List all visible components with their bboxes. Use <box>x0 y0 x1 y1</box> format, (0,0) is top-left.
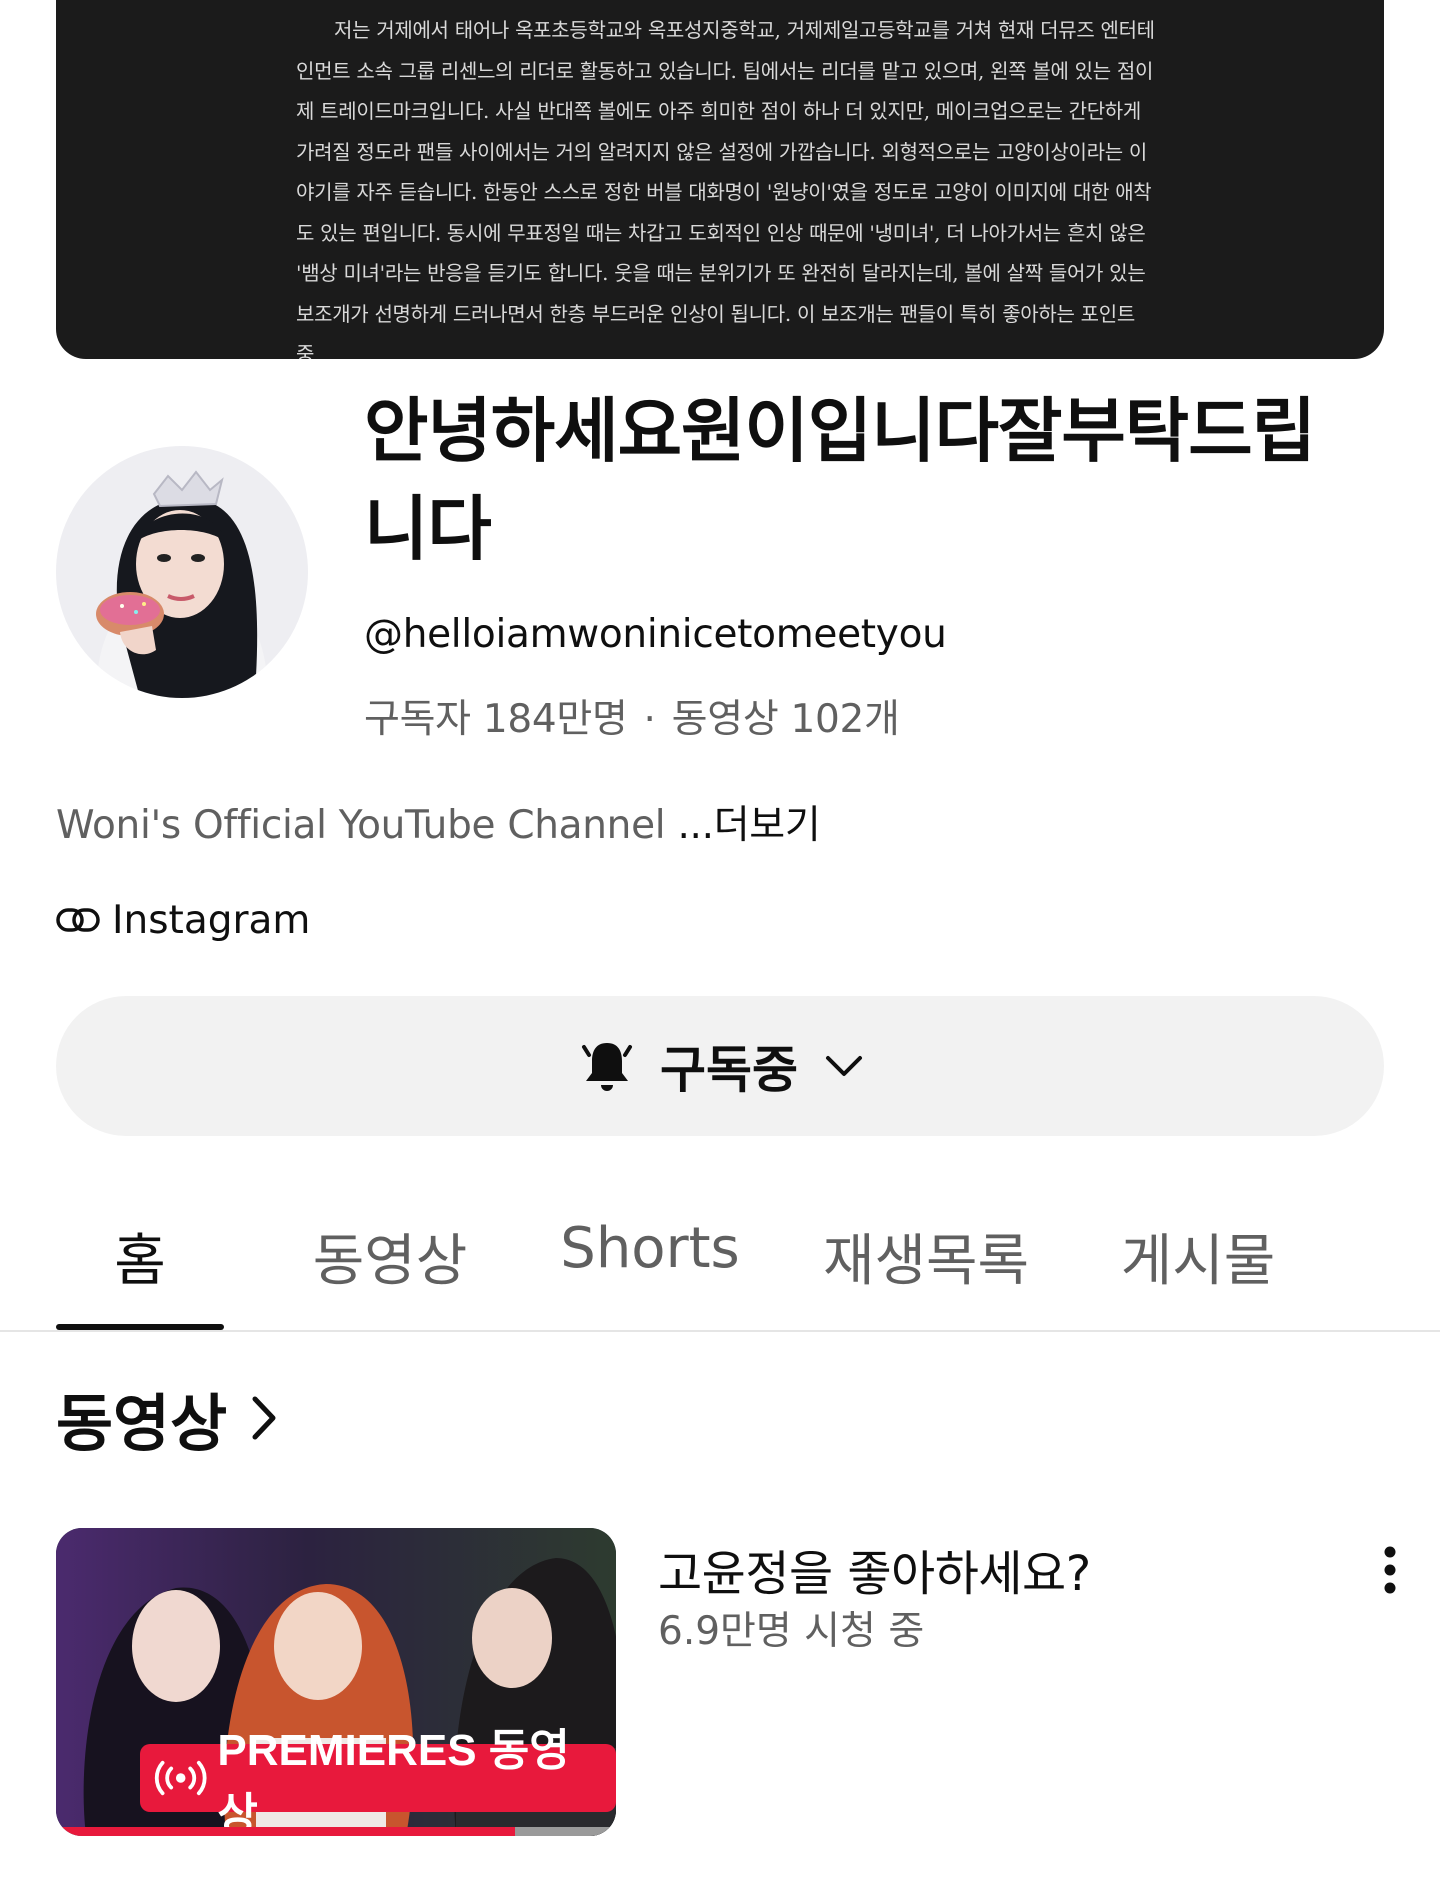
chevron-right-icon <box>252 1396 276 1440</box>
channel-stats: 구독자 184만명 · 동영상 102개 <box>364 688 900 744</box>
watch-progress-fill <box>56 1827 516 1836</box>
watch-progress <box>56 1827 616 1836</box>
stats-separator: · <box>643 697 656 742</box>
channel-handle: @helloiamwoninicetomeetyou <box>364 612 947 657</box>
more-link[interactable]: ...더보기 <box>677 803 820 848</box>
chevron-down-icon <box>826 1056 862 1076</box>
avatar-image <box>56 446 308 698</box>
video-thumbnail[interactable]: PREMIERES 동영상 <box>56 1528 616 1836</box>
video-count: 동영상 102개 <box>671 697 900 742</box>
tab-videos[interactable]: 동영상 <box>313 1216 468 1297</box>
instagram-link[interactable]: Instagram <box>56 895 310 945</box>
section-title: 동영상 <box>56 1387 228 1460</box>
channel-description[interactable]: Woni's Official YouTube Channel ...더보기 <box>56 794 821 850</box>
active-tab-indicator <box>56 1324 224 1330</box>
subscribed-label: 구독중 <box>660 1041 798 1099</box>
avatar[interactable] <box>56 446 308 698</box>
bell-icon <box>582 1043 632 1091</box>
link-icon <box>56 908 100 932</box>
channel-banner: 저는 거제에서 태어나 옥포초등학교와 옥포성지중학교, 거제제일고등학교를 거… <box>56 0 1384 359</box>
tab-home[interactable]: 홈 <box>114 1216 166 1297</box>
tab-playlists[interactable]: 재생목록 <box>823 1216 1029 1297</box>
banner-text: 저는 거제에서 태어나 옥포초등학교와 옥포성지중학교, 거제제일고등학교를 거… <box>296 18 1155 359</box>
channel-name: 안녕하세요원이입니다잘부탁드립니다 <box>364 390 1316 570</box>
description-text: Woni's Official YouTube Channel <box>56 803 678 848</box>
tab-posts[interactable]: 게시물 <box>1121 1216 1276 1297</box>
video-title[interactable]: 고윤정을 좋아하세요? <box>658 1534 1091 1604</box>
video-meta: 6.9만명 시청 중 <box>658 1609 925 1654</box>
premiere-badge: PREMIERES 동영상 <box>140 1726 616 1836</box>
videos-section-header[interactable]: 동영상 <box>56 1378 279 1460</box>
broadcast-icon <box>154 1760 207 1796</box>
channel-tabs: 홈 동영상 Shorts 재생목록 게시물 <box>0 1190 1440 1332</box>
tab-shorts[interactable]: Shorts <box>560 1216 739 1281</box>
video-menu-button[interactable] <box>1370 1540 1410 1600</box>
subscribed-button[interactable]: 구독중 <box>56 996 1384 1136</box>
more-vert-icon <box>1384 1546 1396 1594</box>
link-label: Instagram <box>112 897 311 943</box>
subscriber-count: 구독자 184만명 <box>364 697 628 742</box>
premiere-label: PREMIERES 동영상 <box>217 1726 570 1836</box>
